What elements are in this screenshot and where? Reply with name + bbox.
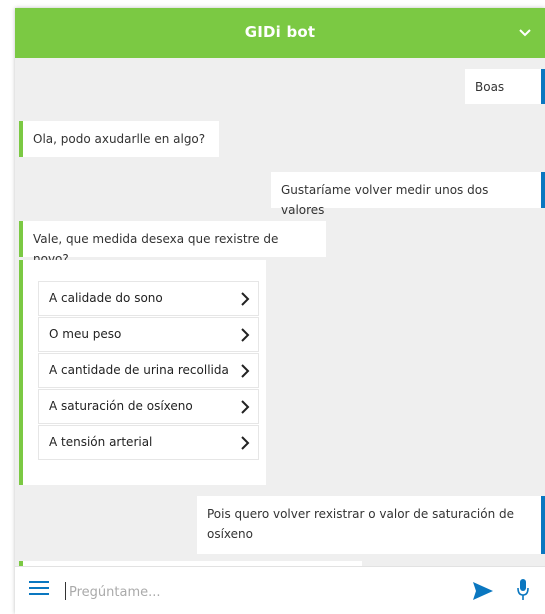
bot-message: Vale, que medida desexa que rexistre de …: [19, 221, 326, 266]
message-input[interactable]: [67, 578, 451, 606]
user-message: Pois quero volver rexistrar o valor de s…: [197, 496, 545, 554]
option-calidade-sono[interactable]: A calidade do sono: [38, 281, 259, 316]
chevron-right-icon: [241, 436, 250, 450]
option-peso[interactable]: O meu peso: [38, 317, 259, 352]
menu-icon[interactable]: [29, 581, 49, 597]
chevron-right-icon: [241, 400, 250, 414]
option-label: A calidade do sono: [49, 291, 163, 305]
text-caret: [65, 582, 66, 600]
chevron-down-icon[interactable]: [519, 28, 531, 38]
send-icon[interactable]: [473, 582, 493, 600]
option-urina[interactable]: A cantidade de urina recollida: [38, 353, 259, 388]
option-label: A tensión arterial: [49, 435, 153, 449]
bot-message: Ola, podo axudarlle en algo?: [19, 121, 219, 157]
chat-header[interactable]: GIDi bot: [15, 8, 545, 58]
user-message: Boas: [465, 69, 545, 104]
message-list: Boas Ola, podo axudarlle en algo? Gustar…: [15, 58, 545, 567]
message-text: Boas: [475, 80, 505, 94]
option-label: O meu peso: [49, 327, 122, 341]
option-label: A cantidade de urina recollida: [49, 363, 229, 377]
option-saturacion[interactable]: A saturación de osíxeno: [38, 389, 259, 424]
message-text: Pois quero volver rexistrar o valor de s…: [207, 507, 515, 541]
chevron-right-icon: [241, 364, 250, 378]
option-label: A saturación de osíxeno: [49, 399, 193, 413]
option-tension[interactable]: A tensión arterial: [38, 425, 259, 460]
chat-input-bar: [15, 566, 545, 614]
chevron-right-icon: [241, 292, 250, 306]
quick-reply-card: A calidade do sono O meu peso A cantidad…: [19, 260, 266, 485]
chat-widget: GIDi bot Boas Ola, podo axudarlle en alg…: [15, 8, 545, 614]
microphone-icon[interactable]: [517, 579, 529, 601]
message-text: Gustaríame volver medir unos dos valores: [281, 183, 489, 217]
chat-title: GIDi bot: [244, 23, 316, 41]
user-message: Gustaríame volver medir unos dos valores: [271, 172, 545, 217]
chevron-right-icon: [241, 328, 250, 342]
message-text: Ola, podo axudarlle en algo?: [33, 132, 206, 146]
